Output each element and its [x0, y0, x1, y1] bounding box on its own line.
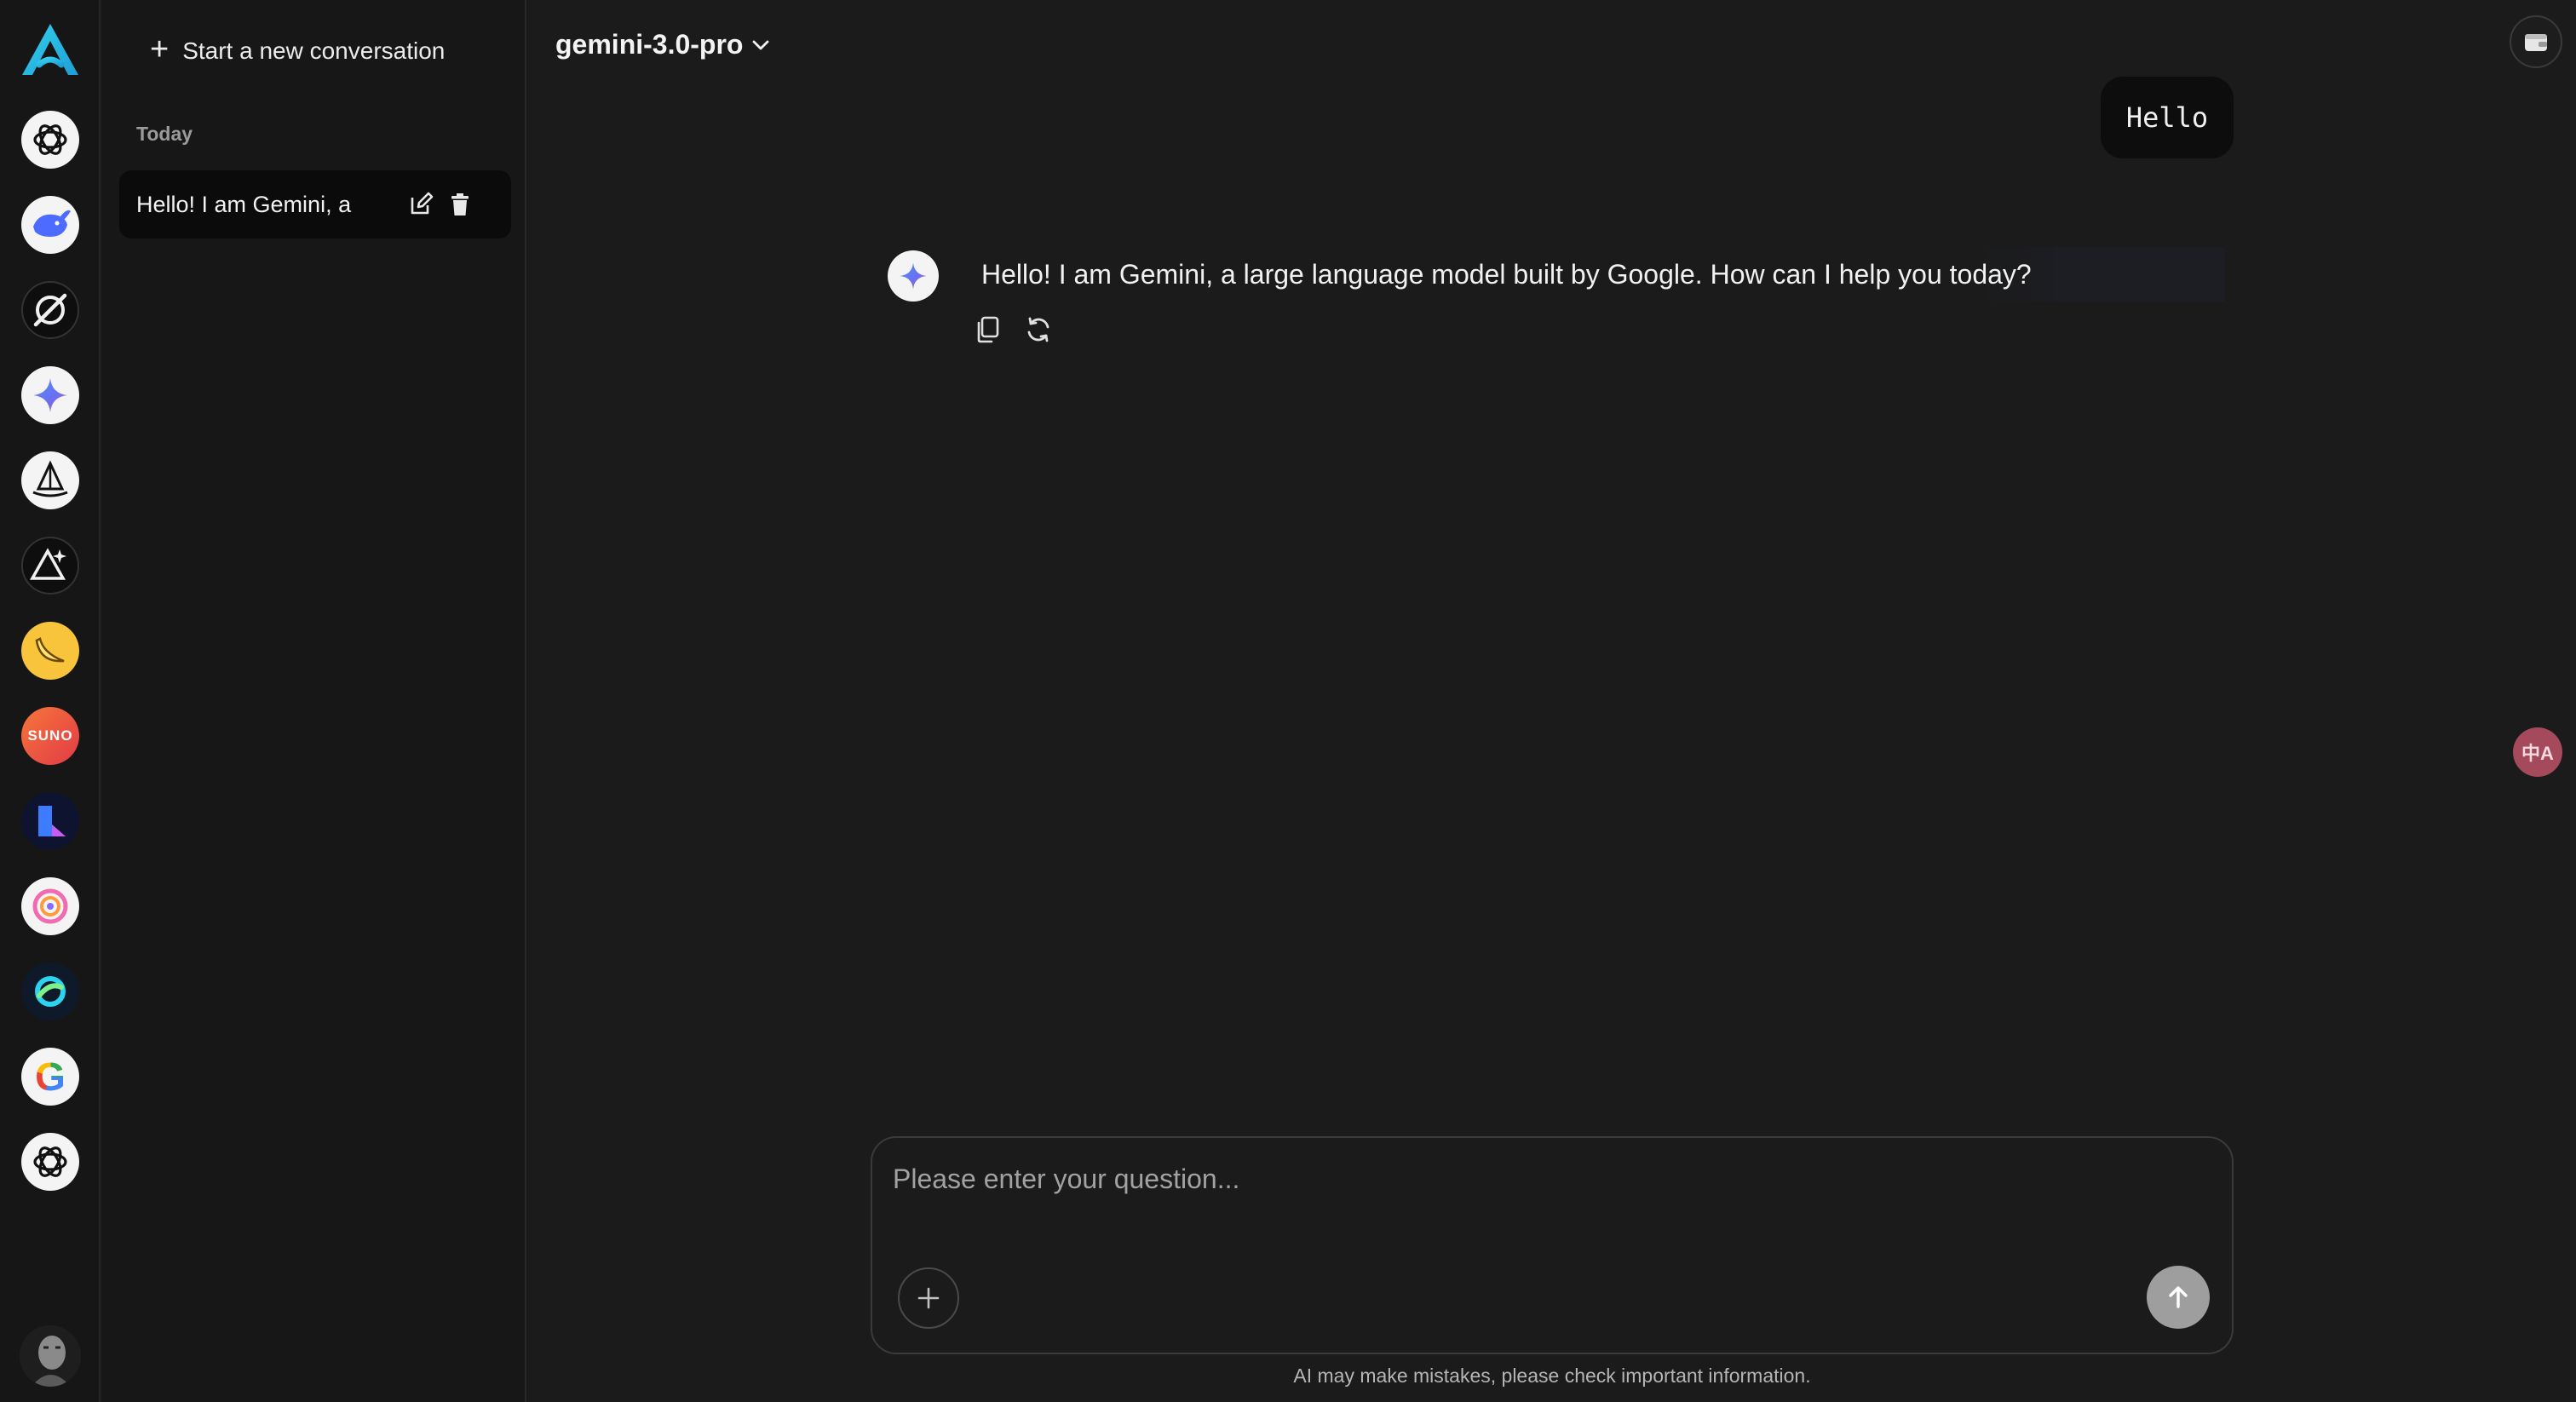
app-rail: SUNO G: [0, 0, 101, 1402]
assistant-message: Hello! I am Gemini, a large language mod…: [973, 247, 2225, 302]
message-composer: [871, 1136, 2234, 1354]
regenerate-button[interactable]: [1022, 313, 1055, 346]
edit-icon[interactable]: [407, 191, 434, 218]
copy-icon: [977, 316, 999, 343]
rail-item-grok[interactable]: [21, 281, 79, 339]
swirl-icon: [32, 888, 68, 924]
banana-icon: [35, 637, 65, 663]
rail-item-ring-app[interactable]: [21, 962, 79, 1020]
rail-item-midjourney[interactable]: [21, 451, 79, 509]
copy-button[interactable]: [971, 313, 1003, 346]
model-name: gemini-3.0-pro: [555, 28, 744, 60]
sparkle-icon: [900, 262, 927, 290]
conversation-item[interactable]: Hello! I am Gemini, a: [119, 170, 511, 238]
rail-item-chatgpt[interactable]: [21, 111, 79, 169]
refresh-icon: [1027, 317, 1049, 342]
sailboat-icon: [32, 460, 68, 497]
user-message-bubble: Hello: [2101, 77, 2234, 158]
chat-main: gemini-3.0-pro 中A Hello Hello! I am Gemi…: [528, 0, 2576, 1402]
sparkle-icon: [33, 378, 67, 412]
rail-item-gemini[interactable]: [21, 366, 79, 424]
openai-icon: [33, 1146, 67, 1177]
rail-item-kling[interactable]: [21, 792, 79, 850]
rail-item-banana[interactable]: [21, 622, 79, 680]
app-logo-icon[interactable]: [19, 20, 82, 78]
kling-icon: [38, 806, 66, 836]
whale-icon: [33, 210, 71, 237]
message-actions: [971, 313, 1055, 346]
rail-item-google[interactable]: G: [21, 1048, 79, 1106]
question-input[interactable]: [893, 1164, 2205, 1232]
conversation-title: Hello! I am Gemini, a: [136, 191, 352, 217]
disclaimer-text: AI may make mistakes, please check impor…: [1293, 1365, 1811, 1387]
conversation-group-label: Today: [136, 123, 193, 145]
assistant-message-text: Hello! I am Gemini, a large language mod…: [981, 258, 2032, 290]
rail-item-swirl-app[interactable]: [21, 877, 79, 935]
user-message-text: Hello: [2125, 101, 2209, 134]
assistant-avatar: [888, 250, 939, 302]
chevron-down-icon: [753, 40, 769, 50]
model-selector[interactable]: gemini-3.0-pro: [555, 26, 770, 63]
grok-icon: [33, 293, 67, 327]
attach-button[interactable]: [898, 1267, 959, 1329]
google-icon: G: [35, 1054, 66, 1099]
openai-icon: [33, 124, 67, 155]
rail-item-deepseek[interactable]: [21, 196, 79, 254]
rail-item-suno[interactable]: SUNO: [21, 707, 79, 765]
conversation-actions: [407, 191, 474, 218]
new-conversation-label: Start a new conversation: [182, 37, 446, 64]
plus-icon: [917, 1287, 940, 1309]
rail-item-openai-2[interactable]: [21, 1133, 79, 1191]
triangle-sparkle-icon: [30, 548, 66, 580]
app-window: SUNO G + Start a new conversation Today …: [0, 0, 2576, 1402]
user-avatar[interactable]: [20, 1325, 81, 1387]
conversation-sidebar: + Start a new conversation Today Hello! …: [102, 0, 526, 1402]
wallet-button[interactable]: [2510, 15, 2562, 68]
translate-button[interactable]: 中A: [2513, 727, 2562, 777]
trash-icon[interactable]: [446, 191, 474, 218]
translate-icon: 中A: [2521, 743, 2554, 764]
ring-icon: [35, 976, 66, 1007]
wallet-icon: [2525, 34, 2547, 51]
send-button[interactable]: [2147, 1266, 2210, 1329]
suno-icon: SUNO: [27, 727, 73, 744]
arrow-up-icon: [2169, 1286, 2188, 1308]
plus-icon: +: [150, 32, 170, 67]
rail-item-triangle-app[interactable]: [21, 537, 79, 595]
new-conversation-button[interactable]: + Start a new conversation: [150, 31, 445, 72]
